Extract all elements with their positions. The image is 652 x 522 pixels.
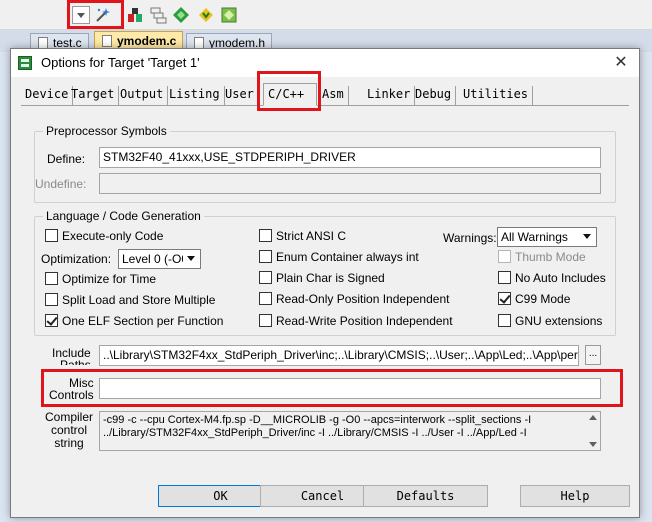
gnu-extensions-checkbox[interactable] xyxy=(498,314,511,327)
chevron-down-icon xyxy=(579,229,595,245)
include-paths-label: Include Paths xyxy=(52,346,91,365)
warnings-label: Warnings: xyxy=(443,231,497,245)
thumb-mode-checkbox[interactable] xyxy=(498,250,511,263)
scroll-up-icon[interactable] xyxy=(589,415,597,420)
keil-app-icon xyxy=(18,56,32,70)
batch-setup-icon[interactable] xyxy=(149,6,167,24)
close-icon[interactable]: ✕ xyxy=(607,51,635,75)
enum-container-label: Enum Container always int xyxy=(276,250,419,264)
ro-pi-checkbox[interactable] xyxy=(259,292,272,305)
one-elf-checkbox[interactable] xyxy=(45,314,58,327)
strict-ansi-label: Strict ANSI C xyxy=(276,229,347,243)
toolbar-highlight-box xyxy=(67,0,124,29)
include-paths-input[interactable]: ..\Library\STM32F4xx_StdPeriph_Driver\in… xyxy=(99,345,579,366)
split-load-label: Split Load and Store Multiple xyxy=(62,293,216,307)
tab-listing[interactable]: Listing xyxy=(165,86,225,105)
undefine-input[interactable] xyxy=(99,173,601,194)
chevron-down-icon xyxy=(183,251,199,267)
scroll-down-icon[interactable] xyxy=(589,442,597,447)
enum-container-checkbox[interactable] xyxy=(259,250,272,263)
no-auto-includes-checkbox[interactable] xyxy=(498,271,511,284)
tab-linker[interactable]: Linker xyxy=(363,86,416,105)
optimization-select[interactable]: Level 0 (-O0) xyxy=(118,249,201,269)
c-file-icon xyxy=(102,35,112,47)
tab-user[interactable]: User xyxy=(221,86,259,105)
vertical-scrollbar[interactable] xyxy=(586,412,600,450)
misc-controls-highlight-box xyxy=(41,369,623,407)
rw-pi-checkbox[interactable] xyxy=(259,314,272,327)
no-auto-includes-label: No Auto Includes xyxy=(515,271,606,285)
pack-installer-icon[interactable] xyxy=(220,6,238,24)
help-button[interactable]: Help xyxy=(520,485,630,507)
tab-asm[interactable]: Asm xyxy=(318,86,349,105)
options-dialog: Options for Target 'Target 1' ✕ Device T… xyxy=(10,48,640,518)
tab-device[interactable]: Device xyxy=(21,86,74,105)
plain-char-checkbox[interactable] xyxy=(259,271,272,284)
language-group-title: Language / Code Generation xyxy=(43,209,204,223)
execute-only-label: Execute-only Code xyxy=(62,229,164,243)
tab-debug[interactable]: Debug xyxy=(411,86,457,105)
gnu-extensions-label: GNU extensions xyxy=(515,314,603,328)
dialog-titlebar: Options for Target 'Target 1' ✕ xyxy=(11,49,639,77)
define-label: Define: xyxy=(47,152,86,166)
optimize-for-time-checkbox[interactable] xyxy=(45,272,58,285)
tab-page-border xyxy=(21,105,629,106)
green-diamond-icon[interactable] xyxy=(172,6,190,24)
tab-utilities[interactable]: Utilities xyxy=(459,86,534,105)
rw-pi-label: Read-Write Position Independent xyxy=(276,314,453,328)
plain-char-label: Plain Char is Signed xyxy=(276,271,385,285)
one-elf-label: One ELF Section per Function xyxy=(62,314,224,328)
split-load-checkbox[interactable] xyxy=(45,293,58,306)
load-download-icon[interactable] xyxy=(197,6,215,24)
undefine-label: Undefine: xyxy=(35,177,87,191)
compiler-control-string[interactable]: -c99 -c --cpu Cortex-M4.fp.sp -D__MICROL… xyxy=(99,411,601,451)
dialog-title: Options for Target 'Target 1' xyxy=(41,55,200,70)
manage-project-icon[interactable] xyxy=(126,6,144,24)
tab-output[interactable]: Output xyxy=(116,86,169,105)
optimize-for-time-label: Optimize for Time xyxy=(62,272,157,286)
include-paths-browse-button[interactable]: ... xyxy=(585,345,601,365)
compiler-control-label: Compiler control string xyxy=(45,410,94,450)
strict-ansi-checkbox[interactable] xyxy=(259,229,272,242)
c99-mode-label: C99 Mode xyxy=(515,292,571,306)
defaults-button[interactable]: Defaults xyxy=(363,485,488,507)
optimization-label: Optimization: xyxy=(41,252,112,266)
warnings-select[interactable]: All Warnings xyxy=(497,227,597,247)
execute-only-checkbox[interactable] xyxy=(45,229,58,242)
c99-mode-checkbox[interactable] xyxy=(498,292,511,305)
preprocessor-group-title: Preprocessor Symbols xyxy=(43,124,170,138)
tab-target[interactable]: Target xyxy=(67,86,120,105)
dialog-client-area: Device Target Output Listing User C/C++ … xyxy=(11,71,639,517)
cpp-tab-highlight-box xyxy=(257,71,321,111)
toolbar xyxy=(0,0,652,30)
define-input[interactable]: STM32F40_41xxx,USE_STDPERIPH_DRIVER xyxy=(99,147,601,168)
thumb-mode-label: Thumb Mode xyxy=(515,250,586,264)
ro-pi-label: Read-Only Position Independent xyxy=(276,292,450,306)
